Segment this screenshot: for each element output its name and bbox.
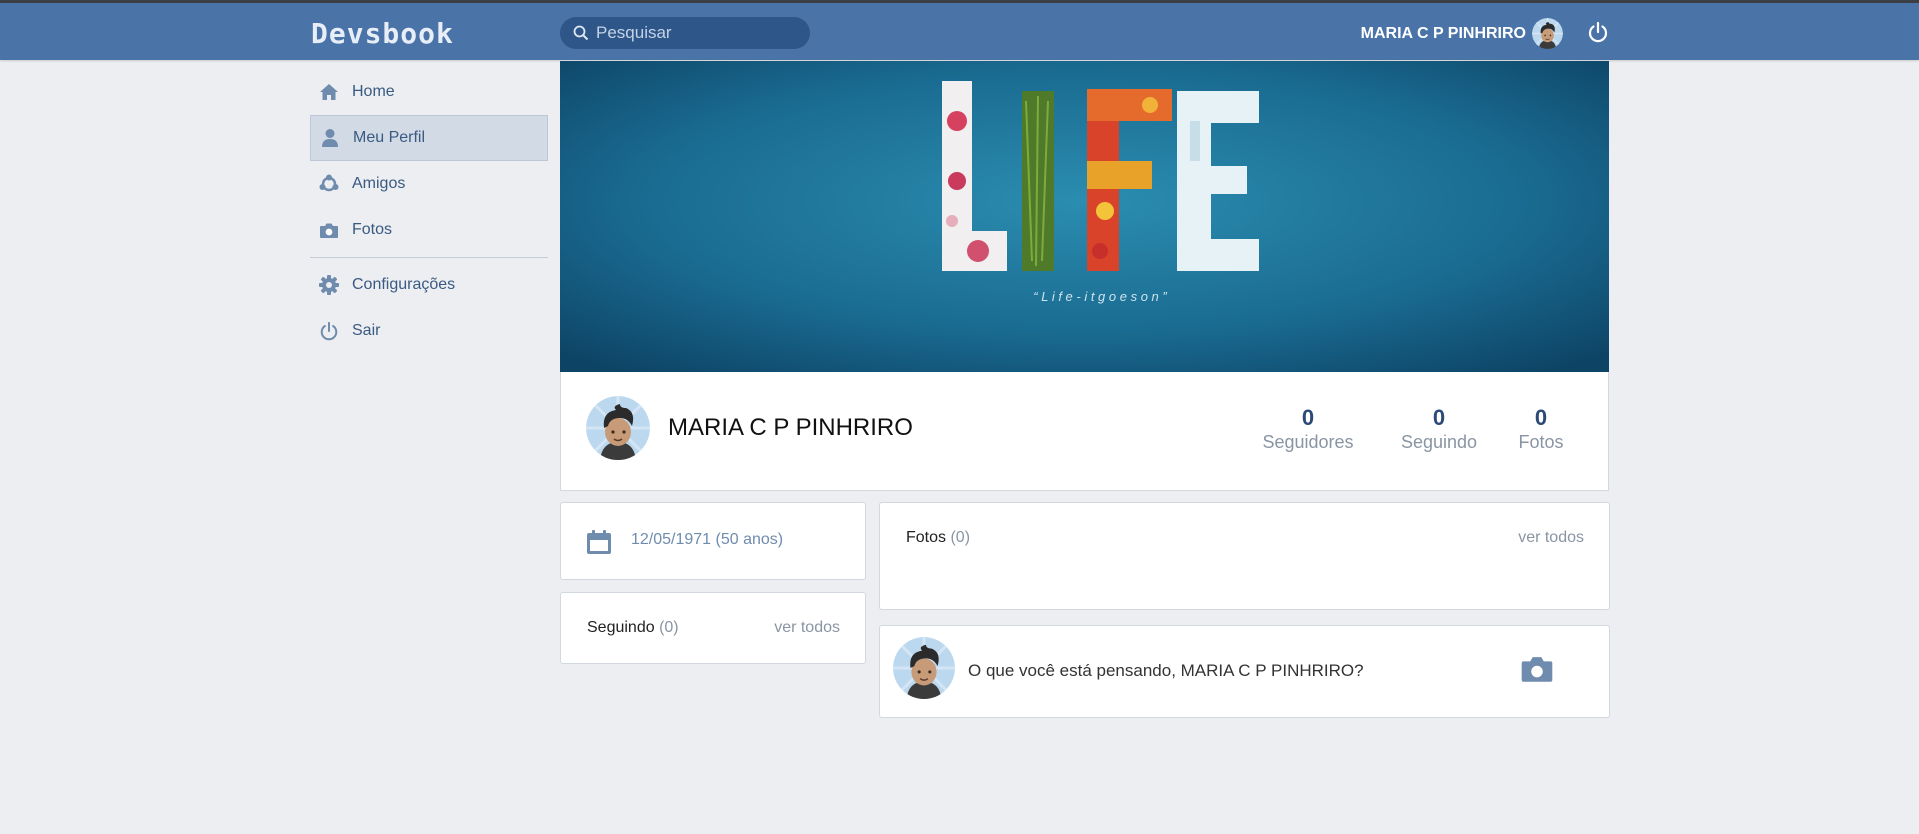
post-composer: O que você está pensando, MARIA C P PINH… [879, 625, 1610, 718]
sidebar-item-label: Sair [352, 322, 381, 339]
add-photo-camera-icon[interactable] [1520, 654, 1554, 689]
search-icon [573, 25, 589, 41]
sidebar-item-friends[interactable]: Amigos [310, 161, 548, 207]
logout-power-icon[interactable] [1587, 21, 1609, 48]
power-icon [318, 320, 340, 342]
stat-value: 0 [1301, 405, 1315, 430]
stat-value: 0 [1534, 405, 1548, 430]
profile-info-bar: MARIA C P PINHRIRO 0 Seguidores 0 Seguin… [560, 372, 1609, 491]
search-box[interactable] [560, 17, 810, 49]
sidebar-item-logout[interactable]: Sair [310, 308, 548, 354]
stat-value: 0 [1432, 405, 1446, 430]
sidebar-item-label: Meu Perfil [353, 129, 426, 146]
following-card-title: Seguindo (0) [587, 619, 679, 637]
photos-card-title: Fotos (0) [906, 529, 970, 547]
cover-image: “ L i f e - i t g o e s o n ” [560, 61, 1609, 373]
header-avatar[interactable] [1532, 18, 1563, 49]
stat-label: Seguindo [1400, 432, 1478, 452]
composer-avatar [893, 637, 955, 699]
photos-card: Fotos (0) ver todos [879, 502, 1610, 610]
photos-title-text: Fotos [906, 529, 947, 546]
gear-icon [318, 274, 340, 296]
birthdate-text: 12/05/1971 (50 anos) [631, 531, 784, 548]
photos-see-all-link[interactable]: ver todos [1518, 529, 1584, 547]
search-input[interactable] [596, 17, 796, 49]
profile-name: MARIA C P PINHRIRO [668, 414, 913, 441]
home-icon [318, 81, 340, 103]
birthday-card: 12/05/1971 (50 anos) [560, 502, 866, 580]
stat-following[interactable]: 0 Seguindo [1384, 405, 1494, 453]
sidebar-divider [310, 257, 548, 258]
stat-label: Seguidores [1262, 432, 1354, 452]
calendar-icon [586, 529, 612, 560]
sidebar-item-photos[interactable]: Fotos [310, 207, 548, 253]
following-count: (0) [659, 619, 679, 636]
app-logo[interactable]: Devsbook [311, 17, 454, 50]
friends-icon [318, 173, 340, 195]
following-title-text: Seguindo [587, 619, 655, 636]
cover-letter-e [1177, 91, 1259, 271]
sidebar-item-label: Home [352, 83, 395, 100]
stat-photos[interactable]: 0 Fotos [1506, 405, 1576, 453]
sidebar-item-label: Amigos [352, 175, 406, 192]
photos-count: (0) [950, 529, 971, 546]
following-card: Seguindo (0) ver todos [560, 592, 866, 664]
stat-label: Fotos [1518, 432, 1564, 452]
header-user-name[interactable]: MARIA C P PINHRIRO [1361, 25, 1526, 43]
top-bar: Devsbook MARIA C P PINHRIRO [0, 0, 1919, 60]
sidebar-item-profile[interactable]: Meu Perfil [310, 115, 548, 161]
sidebar-item-label: Configurações [352, 276, 456, 293]
sidebar: Home Meu Perfil Amigos Fotos Configuraçõ… [310, 69, 548, 354]
sidebar-item-label: Fotos [352, 221, 393, 238]
user-icon [319, 127, 341, 149]
camera-icon [318, 219, 340, 241]
cover-caption: “ L i f e - i t g o e s o n ” [1033, 289, 1167, 304]
profile-avatar[interactable] [586, 396, 650, 460]
sidebar-item-home[interactable]: Home [310, 69, 548, 115]
cover-letter-i [1022, 91, 1054, 271]
following-see-all-link[interactable]: ver todos [774, 619, 840, 637]
post-input[interactable]: O que você está pensando, MARIA C P PINH… [968, 661, 1364, 681]
stat-followers[interactable]: 0 Seguidores [1253, 405, 1363, 453]
sidebar-item-settings[interactable]: Configurações [310, 262, 548, 308]
